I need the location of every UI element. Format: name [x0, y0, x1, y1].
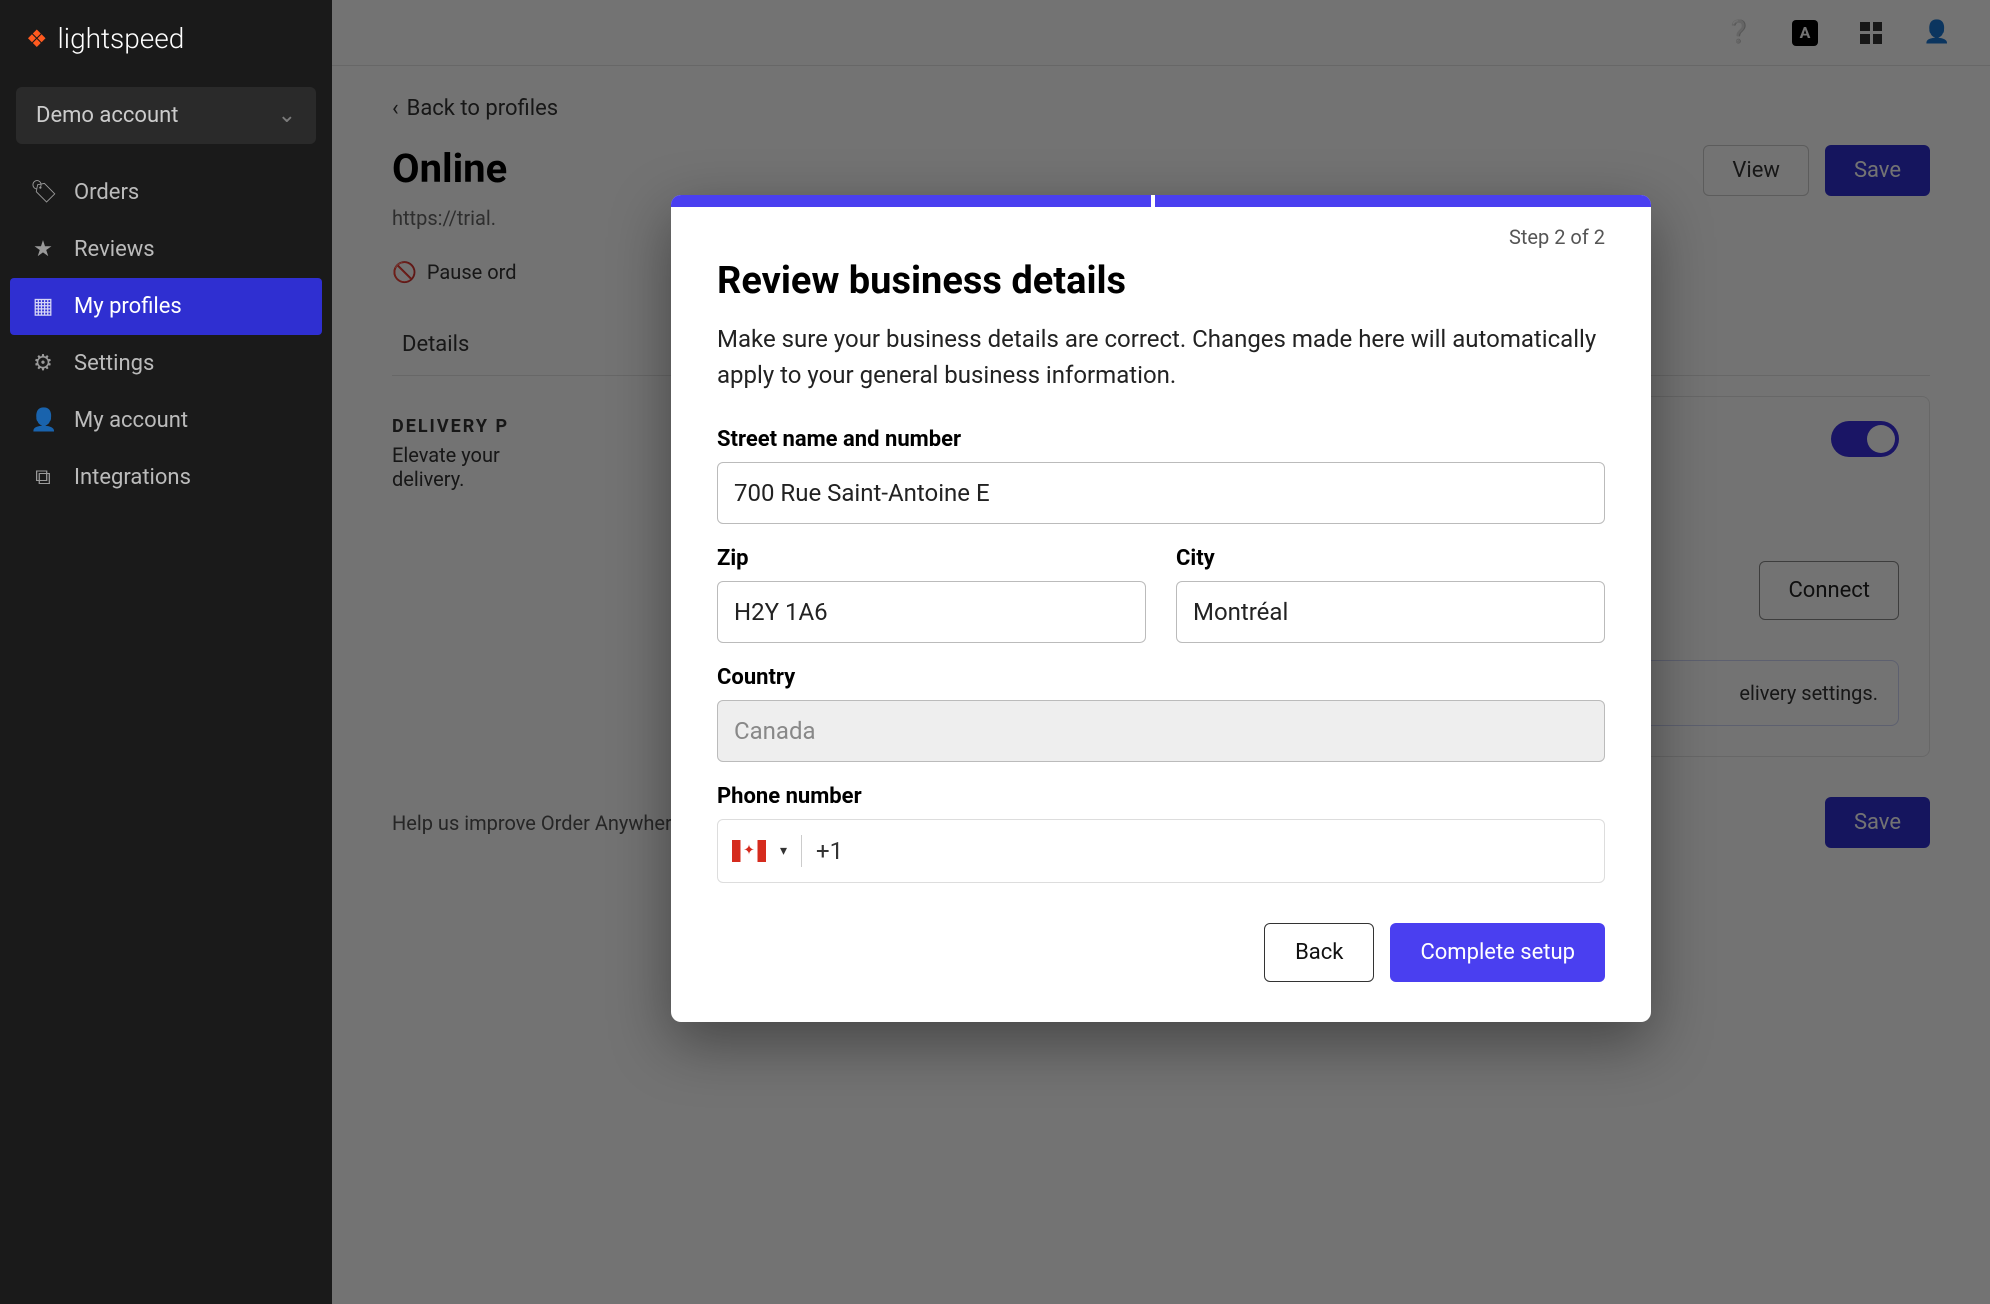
sidebar-item-label: My profiles — [74, 294, 182, 319]
modal-title: Review business details — [717, 259, 1605, 303]
step-indicator: Step 2 of 2 — [717, 225, 1605, 249]
grid-icon: ▦ — [30, 294, 56, 319]
city-label: City — [1176, 546, 1605, 571]
modal-description: Make sure your business details are corr… — [717, 321, 1597, 393]
integrations-icon: ⧉ — [30, 465, 56, 490]
zip-input[interactable] — [717, 581, 1146, 643]
sidebar-item-orders[interactable]: 🏷 Orders — [0, 164, 332, 221]
complete-setup-button[interactable]: Complete setup — [1390, 923, 1605, 982]
sidebar-item-my-account[interactable]: 👤 My account — [0, 392, 332, 449]
brand: ❖ lightspeed — [0, 0, 332, 77]
sidebar-item-label: My account — [74, 408, 188, 433]
phone-label: Phone number — [717, 784, 1605, 809]
sidebar-item-reviews[interactable]: ★ Reviews — [0, 221, 332, 278]
account-switcher[interactable]: Demo account ⌄ — [16, 87, 316, 144]
sidebar-item-integrations[interactable]: ⧉ Integrations — [0, 449, 332, 506]
country-label: Country — [717, 665, 1605, 690]
back-button[interactable]: Back — [1264, 923, 1374, 982]
gear-icon: ⚙ — [30, 351, 56, 376]
divider — [801, 835, 802, 867]
sidebar-item-settings[interactable]: ⚙ Settings — [0, 335, 332, 392]
street-label: Street name and number — [717, 427, 1605, 452]
sidebar-item-label: Orders — [74, 180, 139, 205]
business-details-modal: Step 2 of 2 Review business details Make… — [671, 195, 1651, 1022]
account-name: Demo account — [36, 103, 178, 128]
nav: 🏷Orders ★Reviews ▦My profiles ⚙Settings … — [0, 164, 332, 506]
flame-icon: ❖ — [26, 25, 48, 53]
phone-input-group: ▾ +1 — [717, 819, 1605, 883]
sidebar-item-label: Reviews — [74, 237, 155, 262]
brand-name: lightspeed — [58, 22, 185, 55]
phone-prefix: +1 — [816, 837, 843, 865]
sidebar-item-label: Integrations — [74, 465, 191, 490]
sidebar-item-my-profiles[interactable]: ▦ My profiles — [10, 278, 322, 335]
chevron-down-icon[interactable]: ▾ — [780, 843, 787, 859]
progress-bar — [671, 195, 1651, 207]
country-readonly: Canada — [717, 700, 1605, 762]
flag-canada-icon[interactable] — [732, 840, 766, 862]
star-icon: ★ — [30, 237, 56, 262]
sidebar-item-label: Settings — [74, 351, 154, 376]
modal-overlay: Step 2 of 2 Review business details Make… — [332, 0, 1990, 1304]
orders-icon: 🏷 — [30, 180, 56, 205]
zip-label: Zip — [717, 546, 1146, 571]
main: ❔ A 👤 ‹ Back to profiles Online View Sav… — [332, 0, 1990, 1304]
sidebar: ❖ lightspeed Demo account ⌄ 🏷 Orders ★ Rev… — [0, 0, 332, 1304]
phone-input[interactable] — [857, 820, 1590, 882]
street-input[interactable] — [717, 462, 1605, 524]
city-input[interactable] — [1176, 581, 1605, 643]
chevron-down-icon: ⌄ — [278, 103, 296, 128]
user-circle-icon: 👤 — [30, 408, 56, 433]
